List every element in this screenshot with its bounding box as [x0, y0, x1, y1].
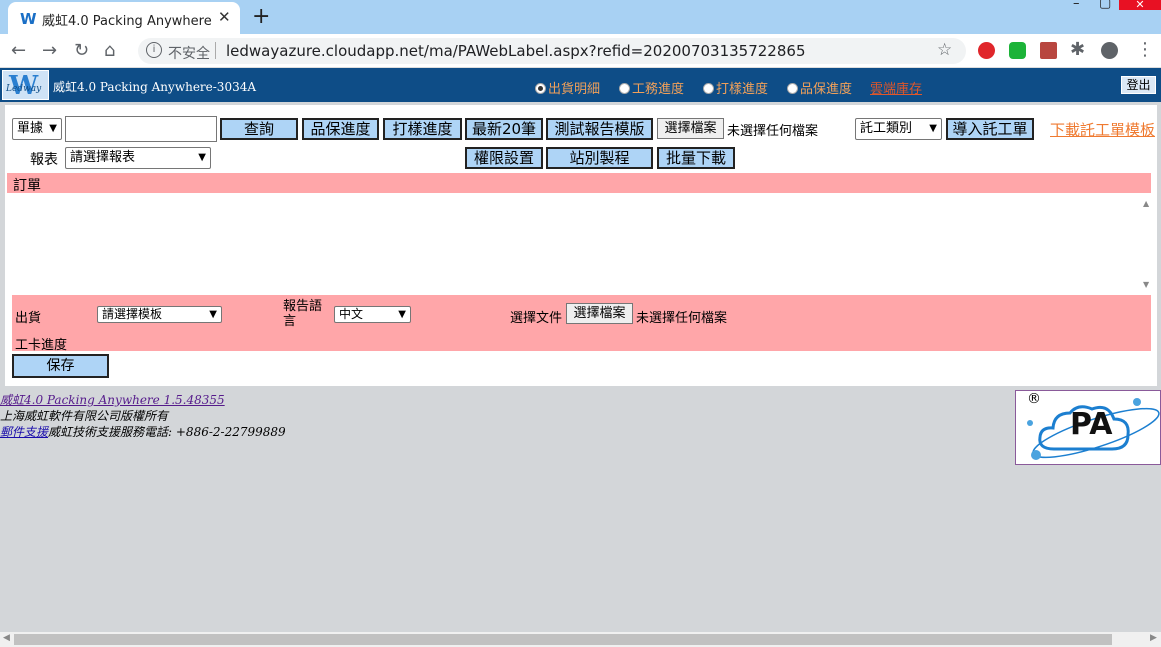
select-value: 請選擇模板 — [102, 307, 163, 321]
registered-mark: ® — [1027, 391, 1041, 407]
select-value: 請選擇報表 — [70, 150, 136, 165]
insecure-label: 不安全 — [168, 46, 210, 62]
chevron-down-icon: ▼ — [49, 123, 57, 134]
support-phone: 威虹技術支援服務電話: +886-2-22799889 — [48, 425, 286, 439]
qa-progress-button[interactable]: 品保進度 — [302, 118, 379, 140]
bookmark-star-icon[interactable]: ☆ — [937, 40, 952, 60]
copyright-text: 上海威虹軟件有限公司版權所有 — [0, 409, 169, 423]
version-link[interactable]: 威虹4.0 Packing Anywhere 1.5.48355 — [0, 391, 225, 408]
scroll-left-icon[interactable]: ◀ — [3, 633, 10, 643]
address-bar[interactable]: i 不安全 ledwayazure.cloudapp.net/ma/PAWebL… — [138, 38, 966, 64]
cloud-inventory-link[interactable]: 雲端庫存 — [870, 78, 922, 97]
home-icon[interactable]: ⌂ — [104, 40, 115, 61]
orders-header: 訂單 — [13, 178, 41, 194]
shipment-choose-file-button[interactable]: 選擇檔案 — [566, 303, 633, 324]
select-value: 中文 — [339, 307, 364, 321]
close-window-icon[interactable]: ✕ — [1119, 0, 1161, 10]
adblock-extension-icon[interactable] — [978, 42, 995, 59]
radio-shipment-details[interactable]: 出貨明細 — [535, 78, 600, 97]
job-card-progress-label: 工卡進度 — [15, 338, 68, 353]
extensions-puzzle-icon[interactable]: ✱ — [1070, 39, 1085, 60]
new-tab-icon[interactable]: + — [252, 4, 270, 29]
import-outsource-button[interactable]: 導入託工單 — [946, 118, 1034, 140]
select-value: 託工類別 — [860, 121, 913, 136]
orders-list[interactable]: ▲ ▼ — [12, 195, 1150, 295]
ledway-favicon-icon: W — [20, 10, 37, 28]
maximize-window-icon[interactable]: ▢ — [1099, 0, 1111, 10]
radio-engineering-progress[interactable]: 工務進度 — [619, 78, 684, 97]
chevron-down-icon: ▼ — [198, 152, 206, 163]
scroll-up-icon[interactable]: ▲ — [1143, 199, 1149, 208]
mail-support-link[interactable]: 郵件支援 — [0, 425, 48, 439]
query-button[interactable]: 查詢 — [220, 118, 298, 140]
main-panel: 單據 ▼ 查詢 品保進度 打樣進度 最新20筆 測試報告模版 選擇檔案 未選擇任何… — [5, 105, 1157, 386]
sample-progress-button[interactable]: 打樣進度 — [383, 118, 462, 140]
forward-icon[interactable]: → — [42, 40, 57, 61]
report-label: 報表 — [30, 152, 58, 168]
browser-tab[interactable]: W 威虹4.0 Packing Anywhere ✕ — [8, 2, 240, 34]
app-title: 威虹4.0 Packing Anywhere-3034A — [53, 80, 257, 94]
radio-label: 工務進度 — [632, 82, 685, 97]
search-input[interactable] — [65, 116, 217, 142]
language-select[interactable]: 中文 ▼ — [334, 306, 411, 323]
close-tab-icon[interactable]: ✕ — [218, 8, 231, 26]
template-select[interactable]: 請選擇模板 ▼ — [97, 306, 222, 323]
radio-label: 品保進度 — [800, 82, 853, 97]
url-text[interactable]: ledwayazure.cloudapp.net/ma/PAWebLabel.a… — [226, 42, 806, 60]
chevron-down-icon: ▼ — [929, 123, 937, 134]
download-outsource-template-link[interactable]: 下載託工單模板 — [1050, 119, 1155, 140]
shipment-label: 出貨 — [15, 311, 42, 326]
choose-document-label: 選擇文件 — [510, 311, 563, 326]
latest-20-button[interactable]: 最新20筆 — [465, 118, 543, 140]
scroll-right-icon[interactable]: ▶ — [1150, 633, 1157, 643]
address-divider — [215, 42, 216, 59]
tab-title: 威虹4.0 Packing Anywhere — [42, 14, 212, 29]
permissions-button[interactable]: 權限設置 — [465, 147, 543, 169]
radio-selected-icon — [535, 83, 546, 94]
minimize-window-icon[interactable]: – — [1073, 0, 1080, 10]
info-icon[interactable]: i — [146, 42, 162, 58]
radio-unselected-icon — [703, 83, 714, 94]
report-language-label: 報告語言 — [283, 299, 323, 329]
radio-qa-progress[interactable]: 品保進度 — [787, 78, 852, 97]
browser-menu-icon[interactable]: ⋮ — [1136, 39, 1154, 60]
select-value: 單據 — [17, 121, 44, 136]
report-select[interactable]: 請選擇報表 ▼ — [65, 147, 211, 169]
radio-label: 出貨明細 — [548, 82, 601, 97]
orders-header-bar: 訂單 — [7, 173, 1151, 194]
app-header: W Ledway 威虹4.0 Packing Anywhere-3034A 出貨… — [0, 68, 1161, 102]
profile-avatar-icon[interactable] — [1101, 42, 1118, 59]
radio-unselected-icon — [619, 83, 630, 94]
shipment-no-file-label: 未選擇任何檔案 — [636, 311, 728, 326]
batch-download-button[interactable]: 批量下載 — [657, 147, 735, 169]
pdf-extension-icon[interactable] — [1040, 42, 1057, 59]
line-extension-icon[interactable] — [1009, 42, 1026, 59]
logout-button[interactable]: 登出 — [1121, 76, 1156, 94]
radio-label: 打樣進度 — [716, 82, 769, 97]
pa-logo-text: PA — [1070, 407, 1113, 442]
no-file-label: 未選擇任何檔案 — [727, 124, 819, 139]
pa-logo: ® PA — [1015, 390, 1161, 465]
back-icon[interactable]: ← — [11, 40, 26, 61]
logo-text: Ledway — [6, 84, 42, 94]
radio-sample-progress[interactable]: 打樣進度 — [703, 78, 768, 97]
radio-unselected-icon — [787, 83, 798, 94]
browser-toolbar: ← → ↻ ⌂ i 不安全 ledwayazure.cloudapp.net/m… — [0, 34, 1161, 68]
browser-tab-bar: W 威虹4.0 Packing Anywhere ✕ + – ▢ ✕ — [0, 0, 1161, 34]
save-button[interactable]: 保存 — [12, 354, 109, 378]
chevron-down-icon: ▼ — [398, 309, 406, 320]
horizontal-scrollbar[interactable]: ◀ ▶ — [0, 632, 1161, 647]
reload-icon[interactable]: ↻ — [74, 40, 89, 61]
choose-file-button[interactable]: 選擇檔案 — [657, 118, 724, 139]
outsource-category-select[interactable]: 託工類別 ▼ — [855, 118, 942, 140]
shipment-panel: 出貨 請選擇模板 ▼ 報告語言 中文 ▼ 選擇文件 選擇檔案 未選擇任何檔案 工卡進… — [12, 295, 1151, 353]
scrollbar-thumb[interactable] — [14, 634, 1112, 645]
chevron-down-icon: ▼ — [209, 309, 217, 320]
station-process-button[interactable]: 站別製程 — [546, 147, 653, 169]
support-line: 郵件支援威虹技術支援服務電話: +886-2-22799889 — [0, 423, 286, 440]
ledway-logo: W Ledway — [2, 70, 49, 101]
doc-type-select[interactable]: 單據 ▼ — [12, 118, 62, 140]
test-report-template-button[interactable]: 測試報告模版 — [546, 118, 653, 140]
scroll-down-icon[interactable]: ▼ — [1143, 280, 1149, 289]
